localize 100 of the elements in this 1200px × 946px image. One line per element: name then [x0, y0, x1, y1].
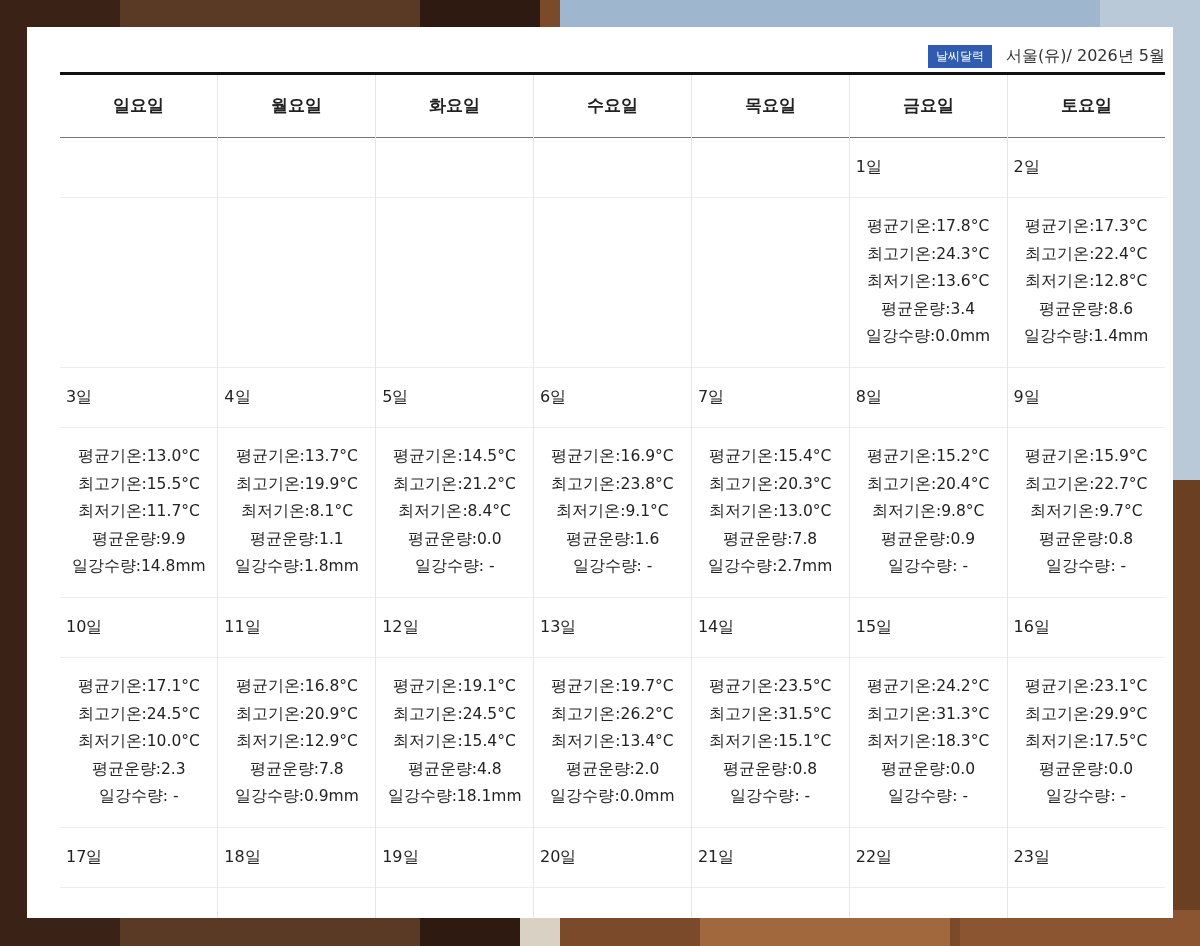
weather-stat: 최고기온:31.3°C — [867, 700, 990, 729]
weather-stat: 평균기온:16.8°C — [235, 673, 358, 701]
calendar-badge: 날씨달력 — [928, 45, 993, 68]
weather-stat: 평균기온:16.9°C — [551, 443, 674, 471]
weather-stat: 최고기온:24.3°C — [867, 240, 990, 269]
weather-stat: 일강수량: - — [888, 783, 968, 811]
weather-stat: 최저기온:12.9°C — [235, 728, 358, 756]
weather-stat: 평균운량:4.8 — [407, 755, 502, 784]
weather-stat: 평균운량:9.9 — [91, 525, 186, 554]
weather-stat: 평균운량:0.0 — [881, 755, 976, 784]
weather-stat: 최고기온:20.3°C — [709, 470, 832, 499]
weather-stat: 평균운량:0.9 — [881, 525, 976, 554]
weather-stat: 평균기온:14.5°C — [393, 443, 516, 471]
weather-stat: 최고기온:21.2°C — [393, 470, 516, 499]
weekday-header: 목요일 — [744, 95, 796, 116]
date-label: 9일 — [1013, 386, 1040, 406]
date-label: 5일 — [382, 386, 409, 406]
weather-stat: 최고기온:19.9°C — [235, 470, 358, 499]
weather-stat: 일강수량: - — [888, 553, 968, 581]
weather-stat: 최저기온:17.5°C — [1025, 728, 1148, 756]
weather-stat: 평균운량:0.8 — [723, 755, 818, 784]
weather-stat: 평균운량:2.3 — [91, 755, 186, 784]
weather-stat: 최저기온:12.8°C — [1025, 268, 1148, 296]
weather-stat: 최저기온:9.1°C — [556, 498, 669, 526]
weather-stat: 최저기온:15.4°C — [393, 728, 516, 756]
weather-stat: 최저기온:13.6°C — [867, 268, 990, 296]
weather-stat: 평균운량:3.4 — [881, 295, 976, 324]
weekday-header: 토요일 — [1060, 95, 1112, 116]
weekday-header: 월요일 — [271, 95, 323, 116]
weather-stat: 일강수량: - — [414, 553, 495, 581]
date-label: 22일 — [855, 846, 893, 866]
weather-stat: 평균운량:1.6 — [565, 525, 660, 554]
weather-stat: 일강수량: - — [98, 783, 179, 811]
weather-stat: 평균기온:19.1°C — [393, 673, 516, 701]
weather-stat: 평균기온:23.5°C — [709, 673, 832, 701]
date-label: 19일 — [382, 846, 419, 866]
weather-stat: 평균기온:17.1°C — [77, 673, 200, 701]
weather-stat: 평균기온:24.2°C — [867, 673, 990, 701]
weather-stat: 일강수량:1.8mm — [234, 553, 359, 581]
weather-stat: 평균기온:19.7°C — [551, 673, 674, 701]
date-label: 3일 — [66, 386, 93, 406]
date-label: 6일 — [540, 386, 567, 406]
weather-stat: 일강수량: - — [1046, 553, 1127, 581]
weather-stat: 평균운량:0.0 — [1039, 755, 1134, 784]
weather-stat: 최저기온:8.4°C — [398, 498, 511, 526]
weather-stat: 일강수량:0.0mm — [550, 783, 675, 811]
weather-stat: 최저기온:8.1°C — [240, 498, 353, 526]
weather-stat: 평균기온:15.4°C — [709, 443, 832, 471]
weather-stat: 최저기온:9.7°C — [1030, 498, 1143, 526]
date-label: 10일 — [66, 616, 103, 636]
weather-stat: 일강수량:1.4mm — [1024, 323, 1149, 351]
weather-stat: 평균기온:15.9°C — [1025, 443, 1148, 471]
location-title: 서울(유)/ 2026년 5월 — [1006, 46, 1165, 67]
weekday-header: 화요일 — [429, 95, 481, 116]
weather-stat: 평균운량:0.0 — [407, 525, 502, 554]
weather-stat: 평균기온:23.1°C — [1025, 673, 1148, 701]
date-label: 11일 — [224, 616, 261, 636]
weather-stat: 평균운량:7.8 — [249, 755, 344, 784]
weather-stat: 일강수량: - — [1046, 783, 1127, 811]
date-label: 2일 — [1013, 156, 1040, 176]
date-label: 13일 — [540, 616, 577, 636]
date-label: 1일 — [855, 156, 882, 176]
date-label: 17일 — [66, 846, 103, 866]
weather-stat: 평균기온:17.8°C — [867, 213, 990, 241]
weather-stat: 최고기온:22.7°C — [1025, 470, 1148, 499]
date-label: 8일 — [855, 386, 882, 406]
date-label: 21일 — [697, 846, 735, 866]
weather-stat: 최저기온:9.8°C — [871, 498, 985, 526]
weather-stat: 일강수량:0.9mm — [234, 783, 359, 811]
weather-stat: 일강수량: - — [572, 553, 653, 581]
weather-stat: 최고기온:22.4°C — [1025, 240, 1148, 269]
weather-stat: 평균기온:13.7°C — [235, 443, 358, 471]
weekday-header: 금요일 — [902, 95, 954, 116]
date-label: 15일 — [855, 616, 893, 636]
date-label: 14일 — [697, 616, 735, 636]
weather-stat: 최고기온:23.8°C — [551, 470, 674, 499]
weather-stat: 일강수량:18.1mm — [387, 783, 522, 811]
weather-stat: 최저기온:10.0°C — [77, 728, 200, 756]
weather-stat: 평균기온:17.3°C — [1025, 213, 1148, 241]
date-label: 18일 — [224, 846, 261, 866]
weather-stat: 평균운량:8.6 — [1039, 295, 1134, 324]
weather-stat: 최고기온:20.9°C — [235, 700, 358, 729]
weather-stat: 최고기온:31.5°C — [709, 700, 832, 729]
weather-stat: 일강수량:0.0mm — [866, 323, 991, 351]
date-label: 23일 — [1013, 846, 1050, 866]
weather-stat: 평균기온:15.2°C — [867, 443, 990, 471]
weather-stat: 평균기온:13.0°C — [77, 443, 200, 471]
weather-stat: 최저기온:13.0°C — [709, 498, 832, 526]
weather-stat: 일강수량:14.8mm — [71, 553, 206, 581]
weather-stat: 최저기온:15.1°C — [709, 728, 832, 756]
weather-stat: 최고기온:20.4°C — [867, 470, 990, 499]
weather-stat: 최고기온:24.5°C — [393, 700, 516, 729]
weekday-header: 일요일 — [113, 95, 165, 116]
date-label: 7일 — [697, 386, 725, 406]
weather-stat: 일강수량:2.7mm — [708, 553, 833, 581]
weather-stat: 평균운량:0.8 — [1039, 525, 1134, 554]
weather-stat: 최고기온:26.2°C — [551, 700, 674, 729]
date-label: 12일 — [382, 616, 419, 636]
weather-stat: 최저기온:13.4°C — [551, 728, 674, 756]
weather-stat: 평균운량:7.8 — [723, 525, 818, 554]
